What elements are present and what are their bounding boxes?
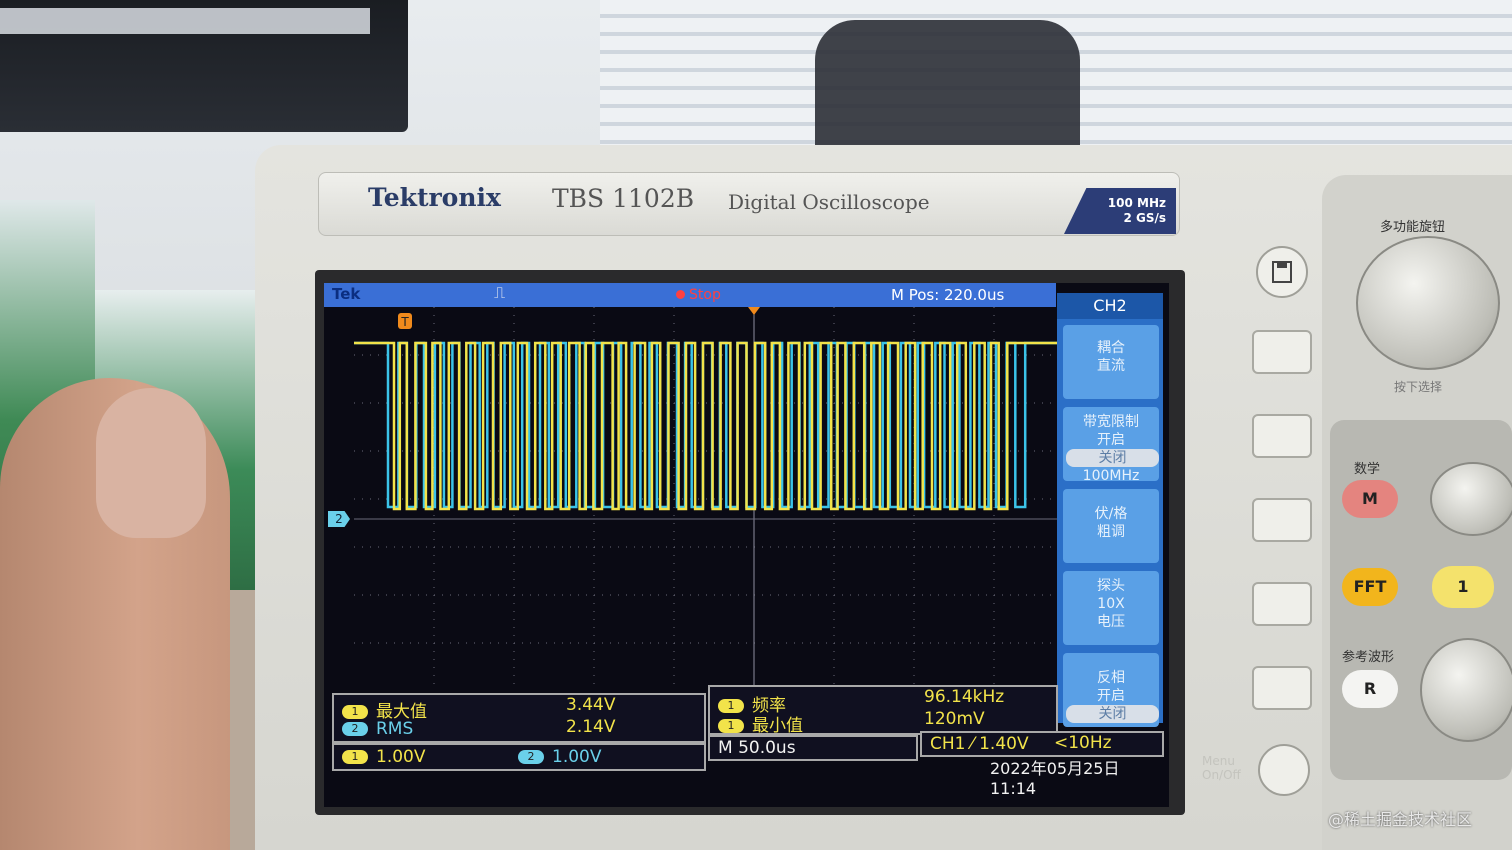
measurement-max-value: 3.44V [566, 695, 616, 715]
background-monitor [0, 0, 408, 132]
datetime: 2022年05月25日 11:14 [990, 759, 1120, 798]
background-person [815, 20, 1080, 160]
measurement-min-value: 120mV [924, 709, 985, 729]
timebase-box: M 50.0us [708, 735, 918, 761]
trigger-level: CH1 ⁄ 1.40V [930, 734, 1029, 754]
stop-dot-icon [676, 290, 685, 299]
channel-scale-bar: 1 1.00V 2 1.00V [332, 743, 706, 771]
ch2-scale: 2 1.00V [518, 747, 601, 767]
ch2-menu: CH2 耦合 直流 带宽限制 开启 关闭 100MHz 伏/格 粗调 探头 10X 电压 … [1057, 293, 1163, 727]
trigger-position-marker [748, 307, 760, 315]
multipurpose-knob[interactable] [1356, 236, 1500, 370]
reference-label: 参考波形 [1342, 650, 1395, 665]
multipurpose-knob-label: 多功能旋钮 [1380, 220, 1446, 235]
ch1-scale: 1 1.00V [342, 747, 425, 767]
option-button-4[interactable] [1252, 582, 1312, 626]
watermark: @稀土掘金技术社区 [1328, 810, 1473, 829]
option-button-5[interactable] [1252, 666, 1312, 710]
measurement-panel-left: 1 最大值 3.44V 2 RMS 2.14V [332, 693, 706, 743]
math-button[interactable]: M [1342, 480, 1398, 518]
save-icon [1272, 261, 1292, 283]
lcd-screen: Tek ⎍ Stop M Pos: 220.0us T 2 CH2 耦合 直流 … [324, 283, 1169, 807]
acquisition-status: Stop [676, 287, 721, 303]
fft-button[interactable]: FFT [1342, 568, 1398, 606]
model-name: TBS 1102B [552, 184, 695, 213]
ch2-marker: 2 [328, 511, 350, 527]
menu-volts-div-button[interactable]: 伏/格 粗调 [1063, 489, 1159, 563]
menu-bandwidth-limit-button[interactable]: 带宽限制 开启 关闭 100MHz [1063, 407, 1159, 484]
ch1-menu-button[interactable]: 1 [1432, 566, 1494, 608]
menu-on-off-button[interactable] [1258, 744, 1310, 796]
trigger-frequency: <10Hz [1054, 733, 1112, 753]
math-label: 数学 [1354, 462, 1381, 477]
tek-logo: Tek [332, 285, 361, 303]
brand-logo: Tektronix [368, 183, 501, 212]
menu-on-off-label: Menu On/Off [1202, 754, 1241, 782]
measurement-frequency-value: 96.14kHz [924, 687, 1005, 707]
thumbnail [96, 388, 206, 538]
trigger-box: CH1 ⁄ 1.40V <10Hz [920, 731, 1164, 757]
waveform-display: T [354, 307, 1058, 691]
thumb [0, 378, 230, 850]
option-button-3[interactable] [1252, 498, 1312, 542]
measurement-min: 1 最小值 [718, 711, 803, 736]
option-button-2[interactable] [1252, 414, 1312, 458]
save-button[interactable] [1256, 246, 1308, 298]
main-position: M Pos: 220.0us [891, 286, 1005, 304]
screen-topbar: Tek ⎍ Stop M Pos: 220.0us [324, 283, 1056, 307]
measurement-rms: 2 RMS [342, 719, 413, 739]
press-select-label: 按下选择 [1394, 380, 1443, 394]
option-button-1[interactable] [1252, 330, 1312, 374]
menu-coupling-button[interactable]: 耦合 直流 [1063, 325, 1159, 399]
trigger-icon: ⎍ [494, 283, 506, 302]
ch1-position-knob[interactable] [1430, 462, 1512, 536]
menu-probe-button[interactable]: 探头 10X 电压 [1063, 571, 1159, 645]
spec-samplerate: 2 GS/s [1123, 211, 1166, 225]
timebase: M 50.0us [718, 738, 796, 758]
device-description: Digital Oscilloscope [728, 190, 930, 214]
measurement-panel-right: 1 频率 96.14kHz 1 最小值 120mV [708, 685, 1058, 736]
measurement-rms-value: 2.14V [566, 717, 616, 737]
reference-button[interactable]: R [1342, 670, 1398, 708]
trigger-marker-label: T [400, 315, 409, 329]
waveform-grid: T [354, 307, 1058, 691]
ch1-scale-knob[interactable] [1420, 638, 1512, 742]
menu-invert-button[interactable]: 反相 开启 关闭 [1063, 653, 1159, 727]
ch2-menu-title: CH2 [1057, 293, 1163, 319]
